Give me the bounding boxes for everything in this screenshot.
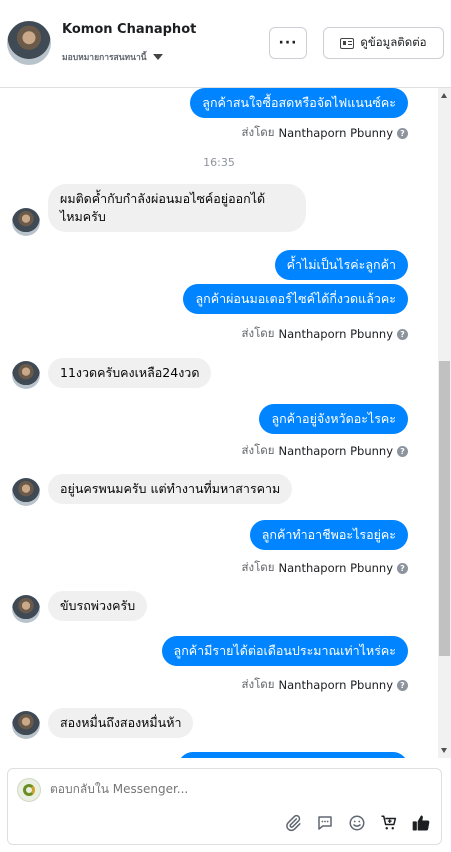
message-text: ค้ำไม่เป็นไรค่ะลูกค้า [286, 257, 396, 272]
caret-down-icon [152, 54, 163, 60]
message-text: อยู่นครพนมครับ แต่ทำงานที่มหาสารคาม [60, 481, 281, 496]
message-thread[interactable]: ลูกค้าสนใจซื้อสดหรือจัดไฟแนนซ์คะ ส่งโดย … [0, 88, 438, 758]
sent-by-label: ส่งโดย Nanthaporn Pbunny ? [241, 442, 408, 460]
paperclip-icon[interactable] [283, 813, 303, 833]
incoming-message[interactable]: 11งวดครับคงเหลือ24งวด [48, 358, 212, 388]
contact-avatar-small [12, 711, 40, 739]
outgoing-message[interactable]: ลูกค้าอยู่จังหวัดอะไรคะ [259, 404, 408, 434]
sent-by-prefix: ส่งโดย [241, 677, 275, 691]
message-text: ขับรถพ่วงครับ [60, 598, 136, 613]
outgoing-message[interactable]: ลูกค้าทำอาชีพอะไรอยู่คะ [249, 520, 408, 550]
contact-avatar-small [12, 361, 40, 389]
cart-icon[interactable] [379, 813, 399, 833]
contact-avatar-small [12, 208, 40, 236]
sender-name: Nanthaporn Pbunny [278, 561, 394, 575]
sent-by-label: ส่งโดย Nanthaporn Pbunny ? [241, 325, 408, 343]
sent-by-prefix: ส่งโดย [241, 443, 275, 457]
assign-conversation-dropdown[interactable]: มอบหมายการสนทนานี้ [62, 50, 163, 64]
sender-name: Nanthaporn Pbunny [278, 327, 394, 341]
message-text: 11งวดครับคงเหลือ24งวด [60, 365, 200, 380]
outgoing-message[interactable]: ลูกค้ามีรายได้ต่อเดือนประมาณเท่าไหร่คะ [161, 636, 408, 666]
reply-composer [7, 768, 442, 845]
scroll-down-icon[interactable] [441, 748, 447, 753]
more-icon: ··· [278, 35, 298, 51]
help-icon[interactable]: ? [397, 445, 408, 457]
saved-reply-icon[interactable] [315, 813, 335, 833]
message-text: ลูกค้าผ่อนมอเตอร์ไซค์ได้กี่งวดแล้วคะ [195, 291, 396, 306]
contact-card-icon [340, 37, 355, 49]
outgoing-message[interactable]: ค้ำไม่เป็นไรค่ะลูกค้า [274, 250, 408, 280]
sent-by-label: ส่งโดย Nanthaporn Pbunny ? [241, 676, 408, 694]
incoming-message[interactable]: อยู่นครพนมครับ แต่ทำงานที่มหาสารคาม [48, 474, 293, 504]
message-text: ลูกค้าอยู่จังหวัดอะไรคะ [271, 411, 396, 426]
incoming-message[interactable]: ผมติดค้ำกับกำลังผ่อนมอไซค์อยู่ออกได้ ไหม… [48, 184, 306, 232]
message-text-line: ไหมครับ [60, 209, 106, 224]
help-icon[interactable]: ? [397, 328, 408, 340]
message-text: ลูกค้าทำอาชีพอะไรอยู่คะ [261, 527, 396, 542]
help-icon[interactable]: ? [397, 562, 408, 574]
sender-name: Nanthaporn Pbunny [278, 444, 394, 458]
sent-by-label: ส่งโดย Nanthaporn Pbunny ? [241, 124, 408, 142]
page-avatar [17, 778, 41, 802]
sender-name: Nanthaporn Pbunny [278, 126, 394, 140]
sent-by-prefix: ส่งโดย [241, 125, 275, 139]
help-icon[interactable]: ? [397, 679, 408, 691]
thread-scrollbar[interactable] [438, 88, 451, 758]
sent-by-prefix: ส่งโดย [241, 560, 275, 574]
conversation-header: Komon Chanaphot มอบหมายการสนทนานี้ ··· ด… [0, 0, 451, 88]
thumbs-up-icon[interactable] [411, 813, 431, 833]
assign-label: มอบหมายการสนทนานี้ [62, 53, 147, 63]
view-contact-info-label: ดูข้อมูลติดต่อ [360, 35, 427, 49]
contact-avatar-small [12, 595, 40, 623]
incoming-message[interactable]: สองหมื่นถึงสองหมื่นห้า [48, 708, 194, 738]
contact-avatar[interactable] [7, 21, 51, 65]
sent-by-label: ส่งโดย Nanthaporn Pbunny ? [241, 559, 408, 577]
sent-by-prefix: ส่งโดย [241, 326, 275, 340]
view-contact-info-button[interactable]: ดูข้อมูลติดต่อ [323, 27, 444, 59]
incoming-message[interactable]: ขับรถพ่วงครับ [48, 591, 148, 621]
scrollbar-thumb[interactable] [439, 361, 450, 656]
message-text-line: ผมติดค้ำกับกำลังผ่อนมอไซค์อยู่ออกได้ [60, 191, 266, 206]
outgoing-message[interactable]: ลูกค้าผ่อนมอเตอร์ไซค์ได้กี่งวดแล้วคะ [183, 284, 408, 314]
more-options-button[interactable]: ··· [269, 27, 307, 59]
message-text: ลูกค้าสนใจซื้อสดหรือจัดไฟแนนซ์คะ [202, 95, 396, 110]
timestamp: 16:35 [203, 156, 235, 169]
sender-name: Nanthaporn Pbunny [278, 678, 394, 692]
message-text: ลูกค้ามีรายได้ต่อเดือนประมาณเท่าไหร่คะ [173, 643, 396, 658]
outgoing-message[interactable]: ลูกค้าสนใจซื้อสดหรือจัดไฟแนนซ์คะ [190, 88, 408, 118]
composer-toolbar [283, 812, 431, 834]
reply-input[interactable] [50, 782, 350, 796]
message-text: สองหมื่นถึงสองหมื่นห้า [60, 715, 182, 730]
help-icon[interactable]: ? [397, 127, 408, 139]
outgoing-message-partial[interactable] [178, 752, 408, 758]
emoji-icon[interactable] [347, 813, 367, 833]
scroll-up-icon[interactable] [441, 93, 447, 98]
contact-name[interactable]: Komon Chanaphot [62, 22, 196, 37]
contact-avatar-small [12, 478, 40, 506]
